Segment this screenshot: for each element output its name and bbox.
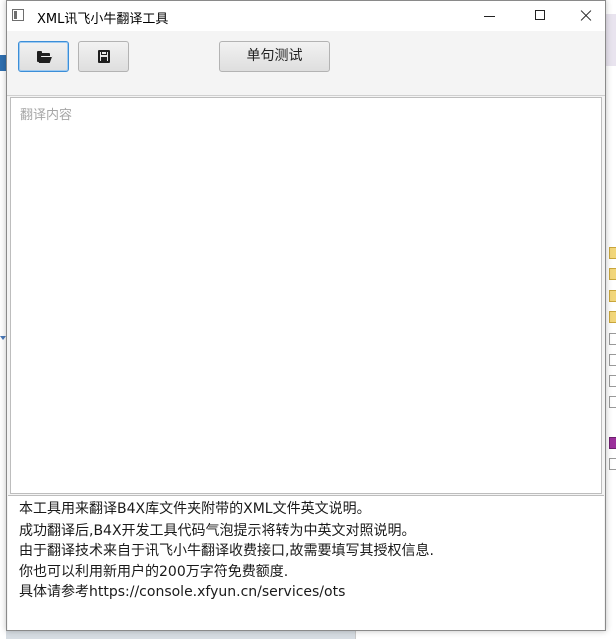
background-file-icon <box>609 375 616 387</box>
window-title: XML讯飞小牛翻译工具 <box>37 12 169 27</box>
background-file-icon <box>609 396 616 408</box>
single-sentence-test-button[interactable]: 单句测试 <box>219 41 330 72</box>
translation-content-textarea[interactable]: 翻译内容 <box>10 97 602 494</box>
minimize-button[interactable] <box>467 1 513 31</box>
background-window-bottom <box>355 631 616 639</box>
background-folder-icon <box>609 290 616 302</box>
background-folder-icon <box>609 247 616 259</box>
background-file-icon <box>609 354 616 366</box>
background-archive-icon <box>609 437 616 449</box>
description-line: 由于翻译技术来自于讯飞小牛翻译收费接口,故需要填写其授权信息. <box>19 543 434 559</box>
description-line: 你也可以利用新用户的200万字符免费额度. <box>19 564 289 580</box>
description-textarea[interactable]: 本工具用来翻译B4X库文件夹附带的XML文件英文说明。 成功翻译后,B4X开发工… <box>8 495 604 630</box>
background-file-icon <box>609 333 616 345</box>
open-folder-button[interactable] <box>18 41 69 72</box>
maximize-button[interactable] <box>517 1 563 31</box>
description-line: 本工具用来翻译B4X库文件夹附带的XML文件英文说明。 <box>19 501 371 517</box>
folder-open-icon <box>37 51 53 63</box>
translation-content-placeholder: 翻译内容 <box>20 108 73 123</box>
description-line: 成功翻译后,B4X开发工具代码气泡提示将转为中英文对照说明。 <box>19 523 416 539</box>
save-button[interactable] <box>78 41 129 72</box>
floppy-disk-icon <box>98 50 110 63</box>
background-file-icon <box>609 458 616 470</box>
app-window: XML讯飞小牛翻译工具 单句测试 翻译内容 本工具用来翻译B4X库文件夹附带的X… <box>6 0 606 631</box>
background-folder-icon <box>609 311 616 323</box>
title-bar[interactable]: XML讯飞小牛翻译工具 <box>7 1 605 31</box>
toolbar: 单句测试 <box>7 31 605 96</box>
app-window-icon <box>12 9 24 21</box>
description-line: 具体请参考https://console.xfyun.cn/services/o… <box>19 584 346 600</box>
background-folder-icon <box>609 268 616 280</box>
background-window-right <box>606 0 616 639</box>
close-button[interactable] <box>563 1 609 31</box>
